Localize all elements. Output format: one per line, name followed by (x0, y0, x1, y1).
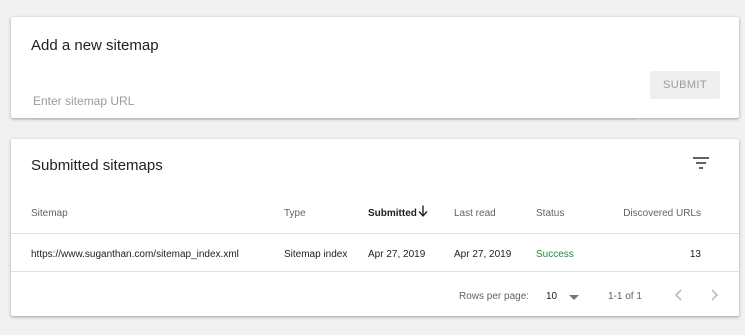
column-header-last-read[interactable]: Last read (454, 208, 496, 219)
pagination-range: 1-1 of 1 (608, 291, 642, 302)
cell-type: Sitemap index (284, 249, 348, 260)
rows-per-page-value: 10 (546, 291, 558, 302)
column-header-discovered-urls[interactable]: Discovered URLs (623, 208, 701, 219)
caret-down-icon (569, 295, 579, 300)
cell-submitted: Apr 27, 2019 (368, 249, 426, 260)
chevron-left-icon[interactable] (670, 286, 688, 304)
add-sitemap-title: Add a new sitemap (31, 37, 159, 54)
cell-last-read: Apr 27, 2019 (454, 249, 512, 260)
rows-per-page-label: Rows per page: (459, 291, 530, 302)
rows-per-page-select[interactable]: 10 (546, 287, 582, 305)
cell-discovered-urls: 13 (689, 249, 701, 260)
header-divider (11, 233, 739, 234)
filter-icon[interactable] (691, 154, 711, 172)
column-header-status[interactable]: Status (536, 208, 564, 219)
column-header-submitted[interactable]: Submitted (368, 208, 417, 219)
column-header-type[interactable]: Type (284, 208, 306, 219)
add-sitemap-card: Add a new sitemap SUBMIT (11, 17, 739, 120)
chevron-right-icon[interactable] (705, 286, 723, 304)
submitted-sitemaps-card: Submitted sitemaps Sitemap Type Submitte… (11, 139, 739, 316)
submitted-sitemaps-title: Submitted sitemaps (31, 157, 163, 174)
sitemap-url-input[interactable] (33, 89, 635, 120)
submit-button[interactable]: SUBMIT (650, 71, 720, 99)
cell-status: Success (536, 249, 574, 260)
cell-sitemap-url: https://www.suganthan.com/sitemap_index.… (31, 249, 239, 260)
arrow-down-icon[interactable] (417, 204, 429, 218)
column-header-sitemap[interactable]: Sitemap (31, 208, 68, 219)
row-divider (11, 271, 739, 272)
